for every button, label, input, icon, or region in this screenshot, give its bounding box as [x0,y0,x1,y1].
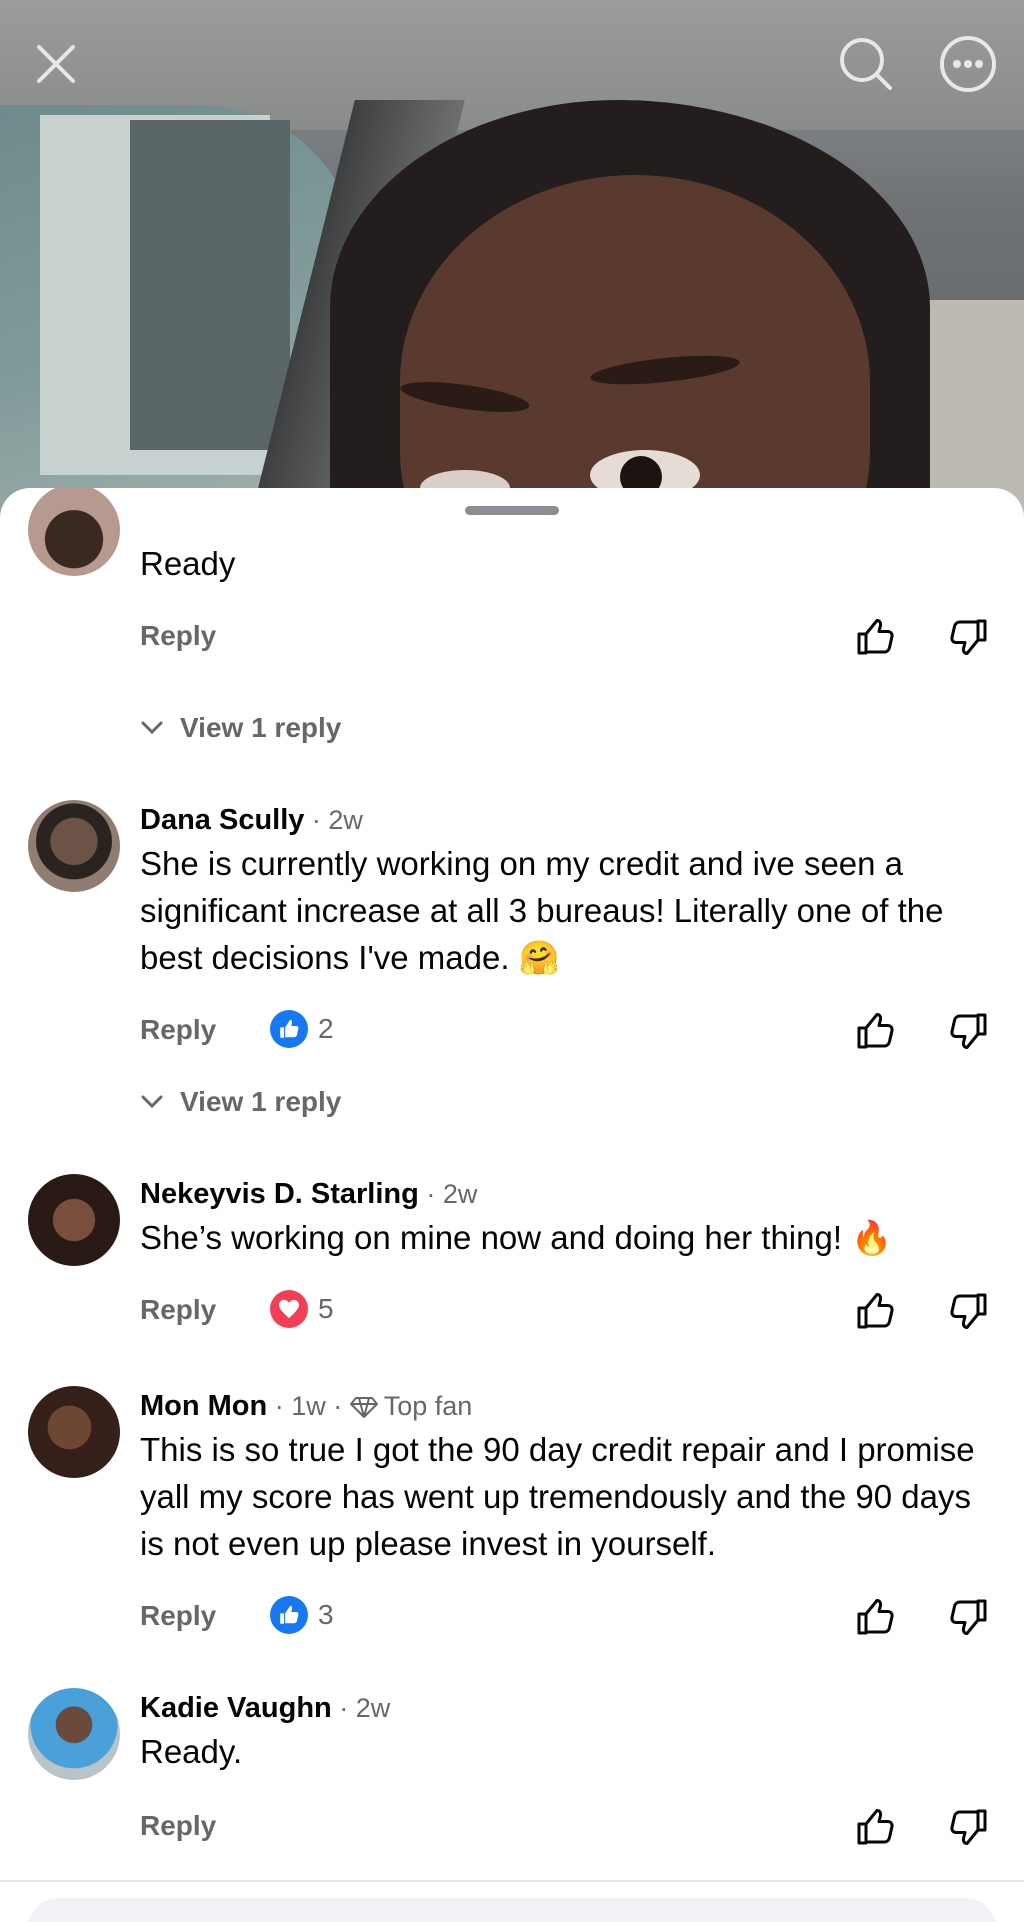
view-replies-button[interactable]: View 1 reply [140,1086,341,1118]
comment-header: Nekeyvis D. Starling · 2w [140,1178,478,1210]
thumbs-down-icon [950,1809,987,1845]
diamond-icon [349,1397,378,1418]
video-background [0,0,1024,520]
comment-time: 2w [442,1179,478,1209]
downvote-button[interactable] [944,1286,994,1336]
thumbs-down-icon [950,1013,987,1049]
reply-button[interactable]: Reply [140,1810,216,1842]
reaction-summary[interactable]: 3 [270,1596,334,1634]
author-name[interactable]: Mon Mon [140,1390,267,1422]
upvote-button[interactable] [850,1286,900,1336]
reaction-count: 3 [318,1599,334,1630]
search-icon [840,38,892,90]
thumbs-down-icon [950,1599,987,1635]
upvote-button[interactable] [850,1802,900,1852]
comment-text: This is so true I got the 90 day credit … [140,1431,975,1562]
close-icon [37,45,75,83]
author-name[interactable]: Kadie Vaughn [140,1692,332,1724]
author-name[interactable]: Dana Scully [140,804,304,836]
reply-button[interactable]: Reply [140,1294,216,1326]
comment-text: She is currently working on my credit an… [140,845,944,976]
comment-header: Dana Scully · 2w [140,804,363,836]
downvote-button[interactable] [944,612,994,662]
comment-actions: Reply 3 [140,1592,1000,1642]
avatar[interactable] [28,1688,120,1780]
reply-button[interactable]: Reply [140,1600,216,1632]
close-button[interactable] [16,24,96,104]
top-fan-badge: Top fan [383,1391,473,1421]
avatar[interactable] [28,1386,120,1478]
like-reaction-icon [270,1596,308,1634]
thumbs-up-icon [857,619,894,655]
comment-actions: Reply [140,1802,1000,1852]
thumbs-up-icon [857,1013,894,1049]
like-reaction-icon [270,1010,308,1048]
downvote-button[interactable] [944,1006,994,1056]
comment-composer[interactable] [28,1898,996,1922]
comment-time: 1w [291,1391,326,1421]
chevron-down-icon [141,1095,163,1109]
thumbs-up-icon [857,1809,894,1845]
avatar[interactable] [28,800,120,892]
comment-text: Ready. [140,1733,243,1770]
comment-time: 2w [355,1693,391,1723]
avatar[interactable] [28,488,120,576]
upvote-button[interactable] [850,612,900,662]
more-options-button[interactable] [928,24,1008,104]
comment-actions: Reply [140,612,1000,662]
upvote-button[interactable] [850,1592,900,1642]
upvote-button[interactable] [850,1006,900,1056]
avatar[interactable] [28,1174,120,1266]
reply-button[interactable]: Reply [140,620,216,652]
comment-time: 2w [328,805,363,835]
comment-header: Mon Mon · 1w · Top fan [140,1390,473,1422]
comment-text: She’s working on mine now and doing her … [140,1219,893,1256]
reaction-summary[interactable]: 5 [270,1290,334,1328]
comment-actions: Reply 2 [140,1006,1000,1056]
thumbs-down-icon [950,619,987,655]
view-replies-button[interactable]: View 1 reply [140,712,341,744]
downvote-button[interactable] [944,1802,994,1852]
love-reaction-icon [270,1290,308,1328]
thumbs-up-icon [857,1599,894,1635]
search-button[interactable] [826,24,906,104]
chevron-down-icon [141,721,163,735]
comment-actions: Reply 5 [140,1286,1000,1336]
author-name[interactable]: Nekeyvis D. Starling [140,1178,419,1210]
thumbs-up-icon [857,1293,894,1329]
comment-text: Ready [140,545,236,582]
downvote-button[interactable] [944,1592,994,1642]
reaction-summary[interactable]: 2 [270,1010,334,1048]
thumbs-down-icon [950,1293,987,1329]
more-options-icon [940,36,996,92]
comment-header: Kadie Vaughn · 2w [140,1692,391,1724]
reply-button[interactable]: Reply [140,1014,216,1046]
comments-sheet: Ready Reply View 1 reply Dana Scully · 2… [0,488,1024,1922]
reaction-count: 2 [318,1013,334,1044]
composer-divider [0,1880,1024,1882]
sheet-drag-handle[interactable] [465,506,559,515]
reaction-count: 5 [318,1293,334,1324]
